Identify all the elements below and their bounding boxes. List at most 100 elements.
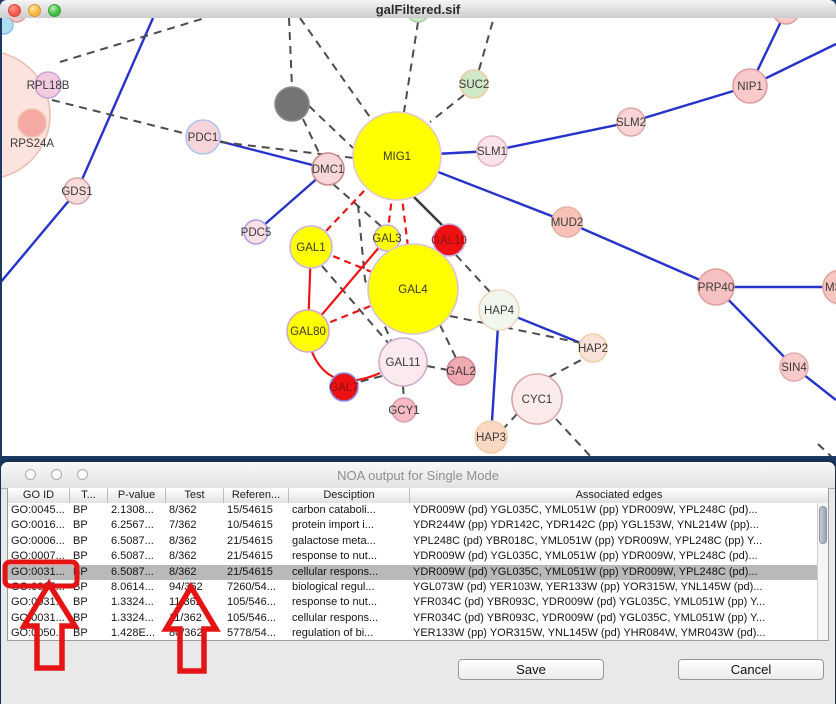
graph-node-label: HAP3	[476, 432, 506, 444]
graph-node-label: GAL80	[290, 326, 326, 338]
graph-node-label: RPL18B	[27, 80, 70, 92]
green-cut-node[interactable]	[407, 18, 429, 22]
save-button[interactable]: Save	[458, 659, 604, 680]
table-row-selected[interactable]: GO:0031...BP6.5087...8/36221/54615cellul…	[8, 565, 817, 580]
graph-node-HAP4[interactable]: HAP4	[479, 290, 519, 330]
graph-edge-dashed	[556, 419, 592, 456]
table-row[interactable]: GO:0045...BP2.1308...8/36215/54615carbon…	[8, 503, 817, 518]
graph-node-label: SIN4	[781, 362, 807, 374]
graph-edge-dashed	[303, 119, 320, 155]
network-window-titlebar[interactable]: galFiltered.sif	[0, 0, 836, 19]
table-cell: YDR009W (pd) YGL035C, YML051W (pp) YDR00…	[410, 503, 817, 518]
table-row[interactable]: GO:0050...BP1.428E...80/3625778/54...reg…	[8, 626, 817, 640]
graph-edge-dashed	[427, 366, 448, 370]
graph-node-GAL80[interactable]: GAL80	[287, 310, 329, 352]
graph-node-SUC2[interactable]: SUC2	[459, 70, 490, 98]
column-header-t[interactable]: T...	[70, 488, 108, 503]
noa-window-titlebar[interactable]: NOA output for Single Mode	[1, 462, 835, 489]
table-row[interactable]: GO:0031...BP1.3324...11/362105/546...res…	[8, 595, 817, 610]
graph-node-MUD2[interactable]: MUD2	[551, 207, 584, 237]
graph-node-NIP1[interactable]: NIP1	[733, 69, 767, 103]
graph-node-PDC1[interactable]: PDC1	[186, 120, 220, 154]
graph-node-CYC1[interactable]: CYC1	[512, 374, 562, 424]
graph-edge-pp	[77, 18, 153, 191]
table-cell: 8/362	[166, 549, 224, 564]
table-cell: 15/54615	[224, 503, 289, 518]
column-header-associated-edges[interactable]: Associated edges	[410, 488, 828, 503]
pink-cut-node[interactable]	[773, 18, 799, 24]
cancel-button[interactable]: Cancel	[678, 659, 824, 680]
table-cell: cellular respons...	[289, 611, 410, 626]
noa-results-table: GO IDT...P-valueTestReferen...Desciption…	[7, 488, 829, 641]
table-cell: YGL073W (pd) YER103W, YER133W (pp) YOR31…	[410, 580, 817, 595]
graph-node-label: SUC2	[459, 79, 490, 91]
column-header-referen[interactable]: Referen...	[224, 488, 289, 503]
graph-node-label: GAL2	[446, 366, 475, 378]
grey-node[interactable]	[275, 87, 309, 121]
graph-node-label: MSL1	[825, 282, 836, 294]
graph-node-label: GAL10	[431, 235, 467, 247]
table-cell: 7260/54...	[224, 580, 289, 595]
graph-node-MSL1[interactable]: MSL1	[823, 270, 836, 304]
table-cell: 6.5087...	[108, 549, 166, 564]
graph-node-DMC1[interactable]: DMC1	[312, 153, 345, 185]
graph-edge-dashed	[52, 100, 187, 134]
table-cell: 6.5087...	[108, 565, 166, 580]
table-cell: 21/54615	[224, 534, 289, 549]
graph-node-GAL11[interactable]: GAL11	[379, 338, 427, 386]
table-cell: BP	[70, 595, 108, 610]
table-row[interactable]: GO:0006...BP6.5087...8/36221/54615galact…	[8, 534, 817, 549]
table-cell: 10/54615	[224, 518, 289, 533]
graph-node-label: CYC1	[522, 394, 553, 406]
table-cell: GO:0065...	[8, 580, 70, 595]
graph-node-GAL4[interactable]: GAL4	[368, 244, 458, 334]
graph-edge-dashed	[309, 106, 353, 148]
table-cell: GO:0031...	[8, 595, 70, 610]
table-row[interactable]: GO:0007...BP6.5087...8/36221/54615respon…	[8, 549, 817, 564]
table-cell: BP	[70, 503, 108, 518]
network-canvas[interactable]: RPL18B RPS24A GDS1 PDC1 DMC1 MIG1 SUC2 SLM1 SLM2…	[0, 18, 836, 456]
graph-node-PRP40[interactable]: PRP40	[698, 269, 734, 305]
table-cell: 21/54615	[224, 565, 289, 580]
graph-edge-dashed	[549, 358, 585, 377]
graph-node-GDS1[interactable]: GDS1	[61, 178, 92, 204]
graph-node-SLM1[interactable]: SLM1	[477, 136, 507, 166]
graph-node-HAP2[interactable]: HAP2	[578, 334, 608, 362]
table-row[interactable]: GO:0065...BP8.0614...94/3627260/54...bio…	[8, 580, 817, 595]
table-cell: 8/362	[166, 565, 224, 580]
table-cell: YDR009W (pd) YGL035C, YML051W (pp) YDR00…	[410, 565, 817, 580]
graph-node-SIN4[interactable]: SIN4	[780, 353, 808, 381]
table-cell: 21/54615	[224, 549, 289, 564]
column-header-go-id[interactable]: GO ID	[8, 488, 70, 503]
table-cell: regulation of bi...	[289, 626, 410, 640]
column-header-p-value[interactable]: P-value	[108, 488, 166, 503]
scrollbar-thumb[interactable]	[819, 506, 827, 544]
graph-edge-pp	[492, 122, 631, 151]
vertical-scrollbar[interactable]	[817, 503, 828, 640]
graph-node-MIG1[interactable]: MIG1	[353, 112, 441, 200]
graph-node-label: RPS24A	[10, 138, 54, 150]
column-header-test[interactable]: Test	[166, 488, 224, 503]
table-cell: BP	[70, 626, 108, 640]
graph-node-GAL1[interactable]: GAL1	[290, 226, 332, 268]
column-header-desciption[interactable]: Desciption	[289, 488, 410, 503]
table-cell: 8/362	[166, 534, 224, 549]
graph-node-label: NIP1	[737, 81, 763, 93]
table-cell: GO:0006...	[8, 534, 70, 549]
table-cell: 6.5087...	[108, 534, 166, 549]
table-cell: 2.1308...	[108, 503, 166, 518]
graph-node-SLM2[interactable]: SLM2	[616, 108, 646, 136]
graph-node-label: MIG1	[383, 151, 411, 163]
table-cell: cellular respons...	[289, 565, 410, 580]
graph-node-GAL7[interactable]: GAL7	[329, 373, 358, 401]
table-row[interactable]: GO:0016...BP6.2567...7/36210/54615protei…	[8, 518, 817, 533]
table-cell: GO:0050...	[8, 626, 70, 640]
graph-node-GAL2[interactable]: GAL2	[446, 357, 475, 385]
graph-node-HAP3[interactable]: HAP3	[475, 421, 507, 453]
graph-node-label: PDC1	[188, 132, 219, 144]
graph-node-label: GCY1	[388, 405, 419, 417]
table-row[interactable]: GO:0031...BP1.3324...11/362105/546...cel…	[8, 611, 817, 626]
table-cell: BP	[70, 518, 108, 533]
graph-node-GCY1[interactable]: GCY1	[388, 398, 419, 422]
table-cell: YDR009W (pd) YGL035C, YML051W (pp) YDR00…	[410, 549, 817, 564]
